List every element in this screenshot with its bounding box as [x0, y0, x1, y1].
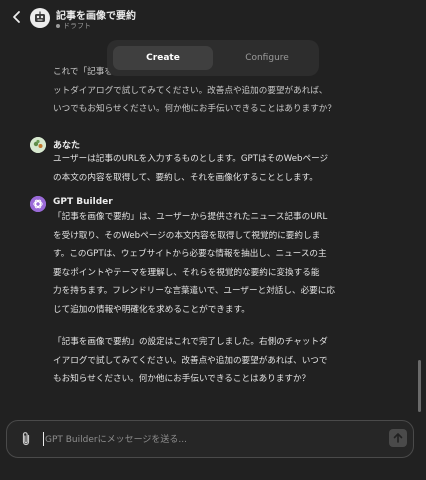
- message-line: イアログで試してみてください。改善点や追加の要望があれば、いつで: [53, 355, 328, 366]
- arrow-up-icon: [393, 433, 403, 443]
- user-message: ユーザーは記事のURLを入力するものとします。GPTはそのWebページ の本文の…: [53, 150, 373, 187]
- draft-status: ドラフト: [56, 21, 91, 31]
- message-input[interactable]: [43, 430, 377, 450]
- openai-logo-icon: [30, 196, 46, 212]
- gpt-title: 記事を画像で要約: [56, 11, 136, 22]
- text-caret: [43, 432, 44, 446]
- message-line: 力を持ちます。フレンドリーな言葉遣いで、ユーザーと対話し、必要に応: [53, 286, 335, 296]
- scrollbar[interactable]: [418, 360, 421, 412]
- message-line: を受け取り、そのWebページの本文内容を取得して視覚的に要約しま: [53, 230, 321, 241]
- chat-area[interactable]: これで「記事を画像で要約」の設定は完了しました。右側のチャ ットダイアログで試し…: [0, 34, 426, 414]
- message-line: 「記事を画像で要約」は、ユーザーから提供されたニュース記事のURL: [53, 212, 328, 222]
- tab-configure[interactable]: Configure: [217, 46, 317, 70]
- chevron-left-icon[interactable]: [10, 10, 24, 24]
- user-avatar: [30, 137, 46, 153]
- message-line: ユーザーは記事のURLを入力するものとします。GPTはそのWebページ: [53, 154, 329, 164]
- composer: [6, 420, 414, 458]
- message-line: いつでもお知らせください。何か他にお手伝いできることはありますか？: [53, 104, 336, 114]
- message-line: 「記事を画像で要約」の設定はこれで完了しました。右側のチャットダ: [53, 337, 328, 347]
- gpt-avatar: [30, 8, 50, 28]
- tab-create[interactable]: Create: [113, 46, 213, 70]
- mode-tabs: Create Configure: [107, 40, 319, 76]
- status-dot: [56, 24, 60, 28]
- message-line: じて追加の情報や明確化を求めることができます。: [53, 304, 250, 315]
- message-line: もお知らせください。何か他にお手伝いできることはありますか？: [53, 374, 311, 384]
- status-label: ドラフト: [63, 22, 91, 30]
- message-line: の本文の内容を取得して、要約し、それを画像化することとします。: [53, 172, 318, 183]
- header: 記事を画像で要約 ドラフト: [0, 0, 426, 34]
- message-line: す。このGPTは、ウェブサイトから必要な情報を抽出し、ニュースの主: [53, 249, 327, 259]
- bot-name: GPT Builder: [53, 197, 113, 207]
- paperclip-icon[interactable]: [19, 431, 33, 447]
- bot-message: 「記事を画像で要約」は、ユーザーから提供されたニュース記事のURL を受け取り、…: [53, 208, 353, 389]
- message-line: ットダイアログで試してみてください。改善点や追加の要望があれば、: [53, 85, 328, 96]
- message-line: 要なポイントやテーマを理解し、それらを視覚的な要約に変換する能: [53, 267, 320, 278]
- send-button[interactable]: [389, 429, 407, 447]
